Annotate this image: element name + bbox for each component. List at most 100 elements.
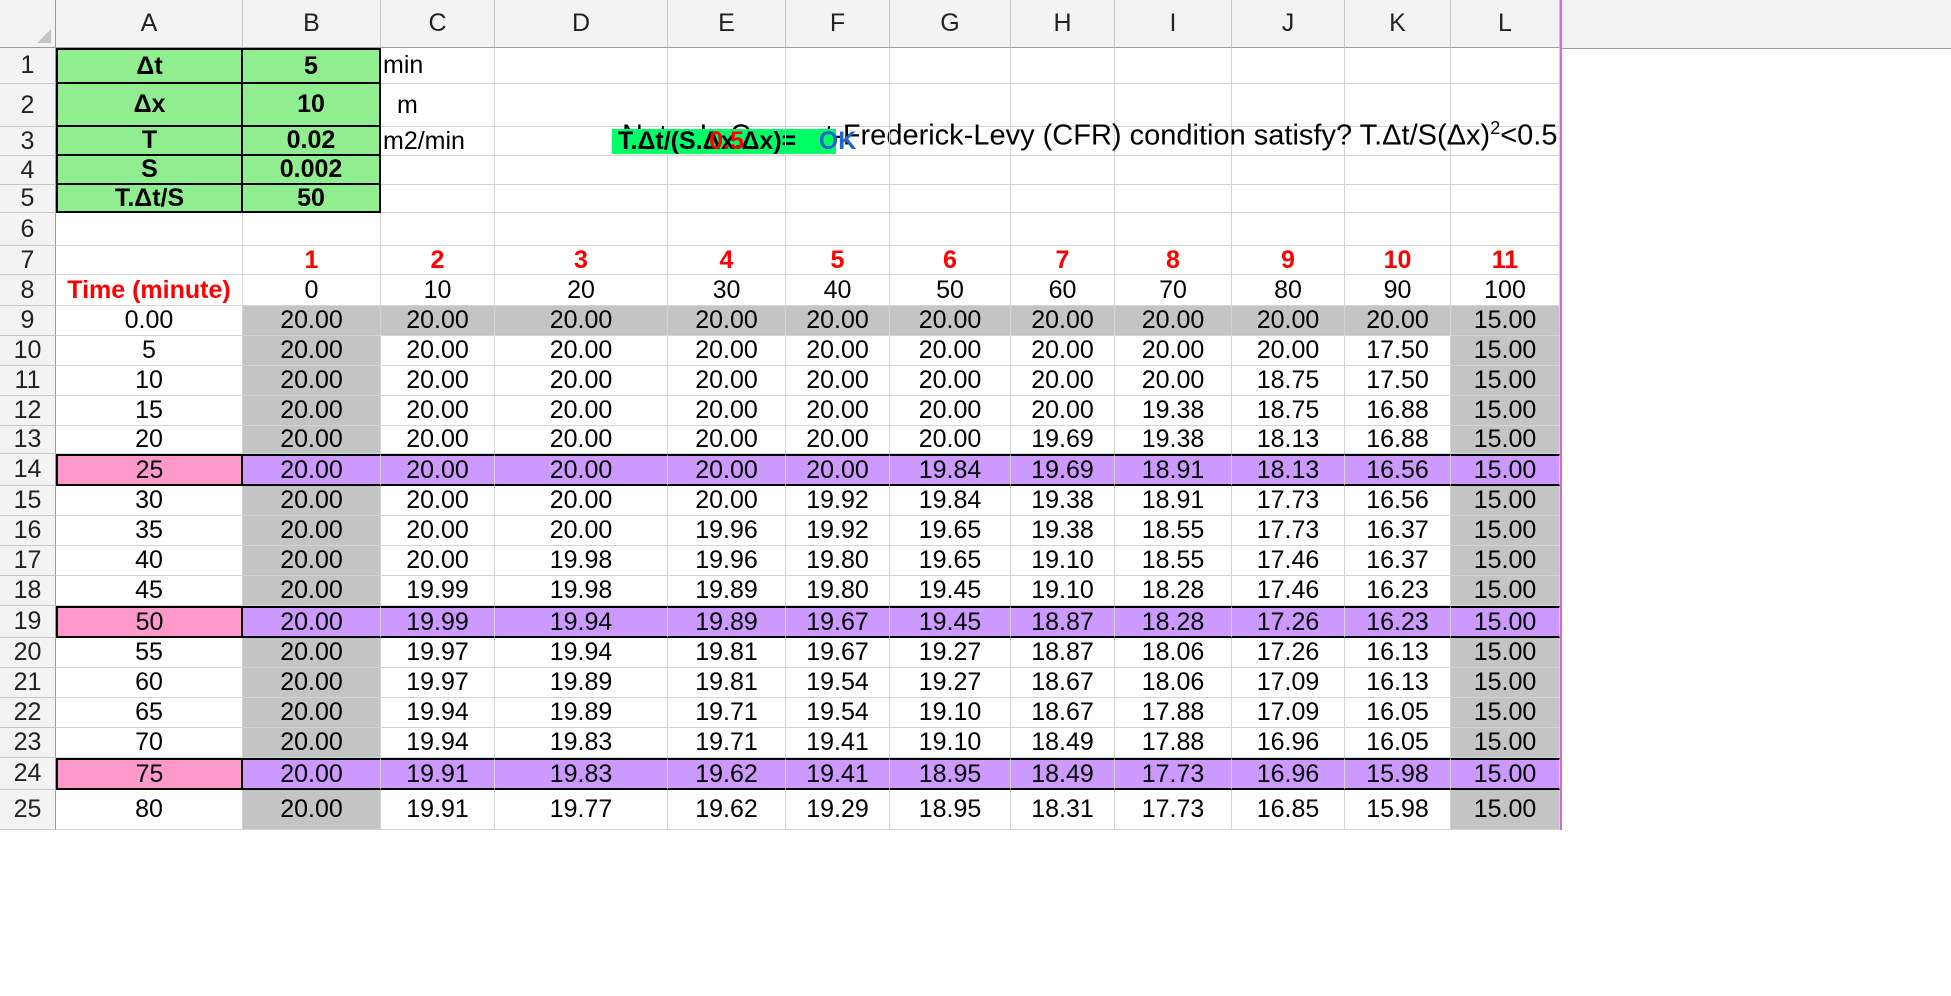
head-value-cell[interactable]: 15.00 <box>1451 425 1560 454</box>
head-value-cell[interactable]: 15.00 <box>1451 758 1560 790</box>
head-value-cell[interactable]: 17.26 <box>1232 638 1345 668</box>
node-number-cell[interactable]: 7 <box>1011 246 1115 275</box>
empty-cell[interactable] <box>786 213 890 246</box>
row-header-1[interactable]: 1 <box>0 48 56 84</box>
head-value-cell[interactable]: 20.00 <box>1115 366 1232 396</box>
param-label-cell[interactable]: T <box>56 126 243 156</box>
empty-cell[interactable] <box>1232 213 1345 246</box>
head-value-cell[interactable]: 19.10 <box>1011 576 1115 606</box>
head-value-cell[interactable]: 18.55 <box>1115 546 1232 576</box>
distance-header-cell[interactable]: 30 <box>668 275 786 306</box>
param-label-cell[interactable]: T.Δt/S <box>56 184 243 213</box>
empty-cell[interactable] <box>1232 156 1345 185</box>
row-header-2[interactable]: 2 <box>0 84 56 127</box>
head-value-cell[interactable]: 17.26 <box>1232 606 1345 638</box>
distance-header-cell[interactable]: 80 <box>1232 275 1345 306</box>
head-value-cell[interactable]: 15.00 <box>1451 638 1560 668</box>
head-value-cell[interactable]: 20.00 <box>243 576 381 606</box>
distance-header-cell[interactable]: 0 <box>243 275 381 306</box>
head-value-cell[interactable]: 20.00 <box>786 336 890 366</box>
empty-cell[interactable] <box>1451 213 1560 246</box>
head-value-cell[interactable]: 20.00 <box>381 486 495 516</box>
time-cell[interactable]: 45 <box>56 576 243 606</box>
head-value-cell[interactable]: 15.00 <box>1451 698 1560 728</box>
head-value-cell[interactable]: 19.62 <box>668 790 786 830</box>
head-value-cell[interactable]: 19.83 <box>495 758 668 790</box>
head-value-cell[interactable]: 19.81 <box>668 668 786 698</box>
row-header-24[interactable]: 24 <box>0 758 56 790</box>
head-value-cell[interactable]: 18.87 <box>1011 606 1115 638</box>
head-value-cell[interactable]: 19.98 <box>495 546 668 576</box>
head-value-cell[interactable]: 19.84 <box>890 486 1011 516</box>
empty-cell[interactable] <box>668 48 786 84</box>
time-cell[interactable]: 10 <box>56 366 243 396</box>
head-value-cell[interactable]: 19.98 <box>495 576 668 606</box>
time-cell[interactable]: 5 <box>56 336 243 366</box>
param-value-cell[interactable]: 0.02 <box>243 126 381 156</box>
param-unit-cell[interactable]: m2/min <box>381 127 495 156</box>
head-value-cell[interactable]: 18.06 <box>1115 638 1232 668</box>
param-label-cell[interactable]: Δx <box>56 84 243 127</box>
head-value-cell[interactable]: 19.54 <box>786 668 890 698</box>
head-value-cell[interactable]: 20.00 <box>1011 366 1115 396</box>
column-header-f[interactable]: F <box>786 0 890 48</box>
row-header-13[interactable]: 13 <box>0 425 56 454</box>
column-header-k[interactable]: K <box>1345 0 1451 48</box>
head-value-cell[interactable]: 20.00 <box>495 425 668 454</box>
head-value-cell[interactable]: 20.00 <box>1115 336 1232 366</box>
head-value-cell[interactable]: 16.37 <box>1345 546 1451 576</box>
row-header-6[interactable]: 6 <box>0 213 56 246</box>
time-cell[interactable]: 50 <box>56 606 243 638</box>
head-value-cell[interactable]: 19.41 <box>786 728 890 758</box>
head-value-cell[interactable]: 19.94 <box>495 606 668 638</box>
head-value-cell[interactable]: 18.55 <box>1115 516 1232 546</box>
row-header-12[interactable]: 12 <box>0 396 56 426</box>
head-value-cell[interactable]: 19.69 <box>1011 454 1115 486</box>
time-column-header[interactable]: Time (minute) <box>56 275 243 306</box>
head-value-cell[interactable]: 19.10 <box>890 728 1011 758</box>
head-value-cell[interactable]: 19.65 <box>890 516 1011 546</box>
head-value-cell[interactable]: 20.00 <box>381 366 495 396</box>
empty-cell[interactable] <box>1345 213 1451 246</box>
head-value-cell[interactable]: 19.89 <box>495 668 668 698</box>
head-value-cell[interactable]: 16.23 <box>1345 606 1451 638</box>
head-value-cell[interactable]: 19.91 <box>381 790 495 830</box>
head-value-cell[interactable]: 19.29 <box>786 790 890 830</box>
distance-header-cell[interactable]: 20 <box>495 275 668 306</box>
head-value-cell[interactable]: 19.45 <box>890 576 1011 606</box>
head-value-cell[interactable]: 17.73 <box>1115 758 1232 790</box>
empty-cell[interactable] <box>668 185 786 213</box>
empty-cell[interactable] <box>1451 48 1560 84</box>
head-value-cell[interactable]: 20.00 <box>243 425 381 454</box>
head-value-cell[interactable]: 19.89 <box>495 698 668 728</box>
head-value-cell[interactable]: 16.88 <box>1345 396 1451 426</box>
head-value-cell[interactable]: 15.00 <box>1451 336 1560 366</box>
row-header-18[interactable]: 18 <box>0 576 56 606</box>
node-number-cell[interactable]: 5 <box>786 246 890 275</box>
head-value-cell[interactable]: 15.00 <box>1451 454 1560 486</box>
empty-cell[interactable] <box>1011 48 1115 84</box>
head-value-cell[interactable]: 15.00 <box>1451 306 1560 336</box>
head-value-cell[interactable]: 15.00 <box>1451 486 1560 516</box>
node-number-cell[interactable]: 6 <box>890 246 1011 275</box>
empty-cell[interactable] <box>1011 213 1115 246</box>
empty-cell[interactable] <box>495 48 668 84</box>
empty-cell[interactable] <box>890 185 1011 213</box>
empty-cell[interactable] <box>1011 185 1115 213</box>
head-value-cell[interactable]: 20.00 <box>495 486 668 516</box>
head-value-cell[interactable]: 20.00 <box>1011 306 1115 336</box>
head-value-cell[interactable]: 19.91 <box>381 758 495 790</box>
head-value-cell[interactable]: 19.81 <box>668 638 786 668</box>
head-value-cell[interactable]: 16.96 <box>1232 728 1345 758</box>
row-header-8[interactable]: 8 <box>0 275 56 306</box>
head-value-cell[interactable]: 20.00 <box>668 454 786 486</box>
head-value-cell[interactable]: 19.27 <box>890 668 1011 698</box>
head-value-cell[interactable]: 20.00 <box>890 336 1011 366</box>
time-cell[interactable]: 15 <box>56 396 243 426</box>
head-value-cell[interactable]: 18.87 <box>1011 638 1115 668</box>
head-value-cell[interactable]: 16.05 <box>1345 728 1451 758</box>
head-value-cell[interactable]: 20.00 <box>243 758 381 790</box>
empty-cell[interactable] <box>668 213 786 246</box>
head-value-cell[interactable]: 20.00 <box>890 306 1011 336</box>
param-value-cell[interactable]: 50 <box>243 184 381 213</box>
